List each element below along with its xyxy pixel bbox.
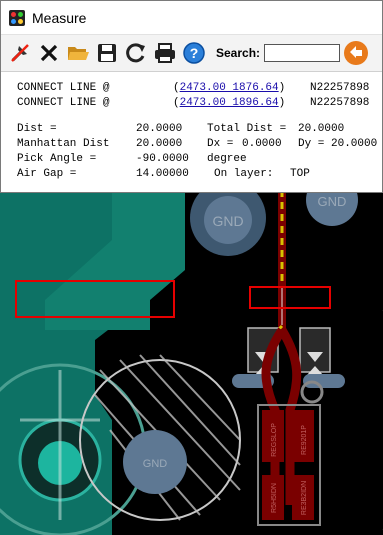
gnd-label-right: GND [318,194,347,209]
measure-app-icon [9,9,25,26]
connect1-net: N22257898 [310,82,370,94]
help-icon[interactable]: ? [179,38,208,68]
print-icon[interactable] [150,38,179,68]
connect2-coord-wrap: (2473.00 1896.64) [173,97,286,109]
arrow-left-circle-icon[interactable] [343,40,369,66]
dist-value: 20.0000 [136,123,183,135]
window-title: Measure [32,9,87,26]
gnd-label-top: GND [212,213,243,229]
dist-label: Dist = [17,123,57,135]
pad-label-3: R5H5IDN [271,483,278,513]
connect2-net: N22257898 [310,97,370,109]
search-input[interactable] [264,44,341,62]
search-label: Search: [216,46,261,60]
refresh-icon[interactable] [121,38,150,68]
total-dist-label: Total Dist = [207,123,287,135]
dy-label: Dy = [298,138,325,150]
connect1-label: CONNECT LINE @ [17,82,110,94]
manhattan-value: 20.0000 [136,138,183,150]
total-dist-value: 20.0000 [298,123,345,135]
pick-angle-unit: degree [207,153,247,165]
pad-label-2: RE9201P [301,425,308,455]
folder-icon[interactable] [63,38,92,68]
pad-label-4: RE3B2IDN [301,481,308,515]
save-icon[interactable] [92,38,121,68]
on-layer-value: TOP [290,168,310,180]
svg-text:?: ? [189,45,198,61]
on-layer-label: On layer: [214,168,274,180]
air-gap-label: Air Gap = [17,168,77,180]
pick-angle-value: -90.0000 [136,153,189,165]
pad-diamond-right [299,327,331,373]
connect1-coord-wrap: (2473.00 1876.64) [173,82,286,94]
manhattan-label: Manhattan Dist [17,138,110,150]
annotation-box-right [249,286,331,309]
gnd-label-center: GND [143,458,168,470]
measure-window: Measure ? Search: CONNECT LINE @ (2473.0… [0,0,383,193]
title-bar[interactable]: Measure [1,1,382,34]
dx-label: Dx = [207,138,234,150]
close-x-icon[interactable] [34,38,63,68]
toolbar: ? Search: [1,34,382,72]
air-gap-value: 14.00000 [136,168,189,180]
pad-label-1: REGSLOP [271,423,278,457]
dx-value: 0.0000 [242,138,282,150]
connect2-label: CONNECT LINE @ [17,97,110,109]
connect1-coord-link[interactable]: 2473.00 1876.64 [180,82,279,94]
pin-icon[interactable] [5,38,34,68]
connect2-coord-link[interactable]: 2473.00 1896.64 [180,97,279,109]
dy-value: 20.0000 [331,138,378,150]
pick-angle-label: Pick Angle = [17,153,97,165]
